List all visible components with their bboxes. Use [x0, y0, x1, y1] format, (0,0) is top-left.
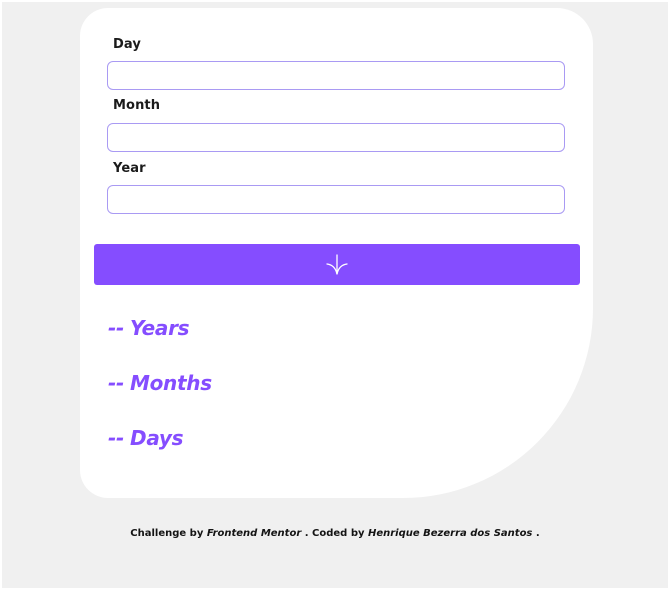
- attribution-footer: Challenge by Frontend Mentor . Coded by …: [0, 528, 670, 539]
- day-input[interactable]: [107, 61, 565, 90]
- result-years: -- Years: [108, 316, 190, 340]
- frontend-mentor-link[interactable]: Frontend Mentor: [207, 528, 301, 539]
- year-label: Year: [113, 161, 146, 176]
- author-link[interactable]: Henrique Bezerra dos Santos: [368, 528, 532, 539]
- arrow-down-icon: [326, 253, 348, 275]
- calculate-button[interactable]: [94, 244, 580, 285]
- year-input[interactable]: [107, 185, 565, 214]
- days-value: --: [108, 426, 125, 450]
- attribution-coded-text: . Coded by: [304, 528, 365, 539]
- months-value: --: [108, 371, 125, 395]
- attribution-challenge-text: Challenge by: [130, 528, 204, 539]
- month-label: Month: [113, 98, 161, 113]
- attribution-end: .: [535, 528, 540, 539]
- months-unit: Months: [130, 371, 212, 395]
- result-months: -- Months: [108, 371, 212, 395]
- day-label: Day: [113, 37, 141, 52]
- years-unit: Years: [130, 316, 190, 340]
- days-unit: Days: [130, 426, 184, 450]
- years-value: --: [108, 316, 125, 340]
- result-days: -- Days: [108, 426, 184, 450]
- month-input[interactable]: [107, 123, 565, 152]
